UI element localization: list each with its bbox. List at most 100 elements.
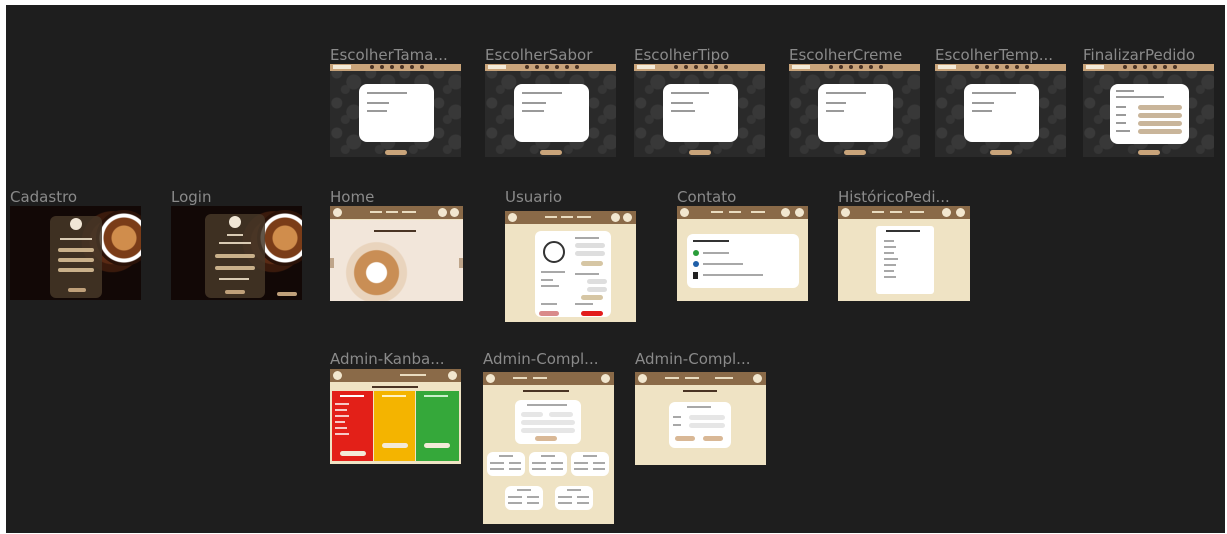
logo-icon: [333, 208, 342, 217]
password-field[interactable]: [58, 268, 94, 272]
frame-escolher-tamanho[interactable]: [330, 64, 461, 157]
frame-finalizar-pedido[interactable]: [1083, 64, 1214, 157]
frame-label-escolher-tipo[interactable]: EscolherTipo: [634, 46, 729, 64]
logo-icon: [333, 371, 342, 380]
cart-icon[interactable]: [781, 208, 790, 217]
cancel-button[interactable]: [675, 436, 695, 441]
login-card: [205, 214, 265, 298]
continue-button[interactable]: [689, 150, 711, 155]
frame-label-home[interactable]: Home: [330, 188, 374, 206]
phone-icon: [693, 250, 699, 256]
option-card: [514, 84, 589, 142]
contact-card: [687, 234, 799, 288]
frame-home[interactable]: [330, 206, 463, 301]
kanban-column-yellow: [374, 391, 415, 461]
frame-escolher-creme[interactable]: [789, 64, 920, 157]
profile-icon[interactable]: [795, 208, 804, 217]
add-complement-card: [515, 400, 581, 444]
complement-list-card: [529, 452, 567, 476]
cart-icon[interactable]: [438, 208, 447, 217]
complement-list-card: [555, 486, 593, 510]
email-field[interactable]: [215, 254, 255, 258]
save-button[interactable]: [703, 436, 723, 441]
password-field[interactable]: [215, 266, 255, 270]
frame-label-escolher-sabor[interactable]: EscolherSabor: [485, 46, 592, 64]
frame-label-finalizar-pedido[interactable]: FinalizarPedido: [1083, 46, 1195, 64]
next-arrow-icon[interactable]: [459, 258, 463, 268]
frame-usuario[interactable]: [505, 211, 636, 322]
email-field[interactable]: [58, 258, 94, 262]
profile-icon[interactable]: [601, 374, 610, 383]
frame-label-usuario[interactable]: Usuario: [505, 188, 562, 206]
frame-label-cadastro[interactable]: Cadastro: [10, 188, 77, 206]
complement-list-card: [571, 452, 609, 476]
frame-label-login[interactable]: Login: [171, 188, 211, 206]
frame-contato[interactable]: [677, 206, 808, 301]
login-button[interactable]: [225, 290, 245, 294]
name-field[interactable]: [58, 248, 94, 252]
continue-button[interactable]: [990, 150, 1012, 155]
option-card: [964, 84, 1039, 142]
edit-complement-card: [669, 402, 731, 448]
move-button[interactable]: [382, 443, 408, 448]
complement-list-card: [487, 452, 525, 476]
profile-icon[interactable]: [753, 374, 762, 383]
kanban-column-red: [332, 391, 373, 461]
kanban-column-green: [416, 391, 459, 461]
prev-arrow-icon[interactable]: [330, 258, 334, 268]
continue-button[interactable]: [540, 150, 562, 155]
order-summary-card: [1110, 84, 1189, 144]
logo-icon: [70, 218, 82, 230]
frame-label-admin-compl-1[interactable]: Admin-Compl...: [483, 350, 598, 368]
frame-escolher-sabor[interactable]: [485, 64, 616, 157]
signup-button[interactable]: [68, 288, 86, 292]
logo-icon: [841, 208, 850, 217]
frame-label-escolher-temp[interactable]: EscolherTemp...: [935, 46, 1053, 64]
coffee-cup-image: [96, 210, 141, 266]
complement-list-card: [505, 486, 543, 510]
frame-admin-complementos-2[interactable]: [635, 372, 766, 465]
logout-button[interactable]: [539, 311, 559, 316]
frame-login[interactable]: [171, 206, 302, 300]
profile-icon[interactable]: [448, 371, 457, 380]
user-profile-card: [535, 231, 611, 317]
signup-card: [50, 216, 102, 298]
frame-label-escolher-creme[interactable]: EscolherCreme: [789, 46, 902, 64]
profile-icon[interactable]: [450, 208, 459, 217]
frame-escolher-tipo[interactable]: [634, 64, 765, 157]
finish-button[interactable]: [1138, 150, 1160, 155]
user-avatar-icon: [543, 241, 565, 263]
profile-icon[interactable]: [956, 208, 965, 217]
logo-icon: [638, 374, 647, 383]
move-button[interactable]: [424, 443, 450, 448]
frame-label-contato[interactable]: Contato: [677, 188, 736, 206]
option-card: [818, 84, 893, 142]
signup-link[interactable]: [277, 292, 297, 296]
option-card: [359, 84, 434, 142]
cart-icon[interactable]: [942, 208, 951, 217]
frame-label-escolher-tamanho[interactable]: EscolherTama...: [330, 46, 448, 64]
continue-button[interactable]: [844, 150, 866, 155]
frame-historico-pedidos[interactable]: [838, 206, 970, 301]
frame-label-admin-compl-2[interactable]: Admin-Compl...: [635, 350, 750, 368]
cart-icon[interactable]: [611, 213, 620, 222]
profile-icon[interactable]: [623, 213, 632, 222]
logo-icon: [680, 208, 689, 217]
hero-banner-image: [330, 220, 463, 301]
frame-label-historico[interactable]: HistóricoPedi...: [838, 188, 950, 206]
continue-button[interactable]: [385, 150, 407, 155]
logo-icon: [229, 216, 241, 228]
order-history-card: [876, 226, 934, 294]
frame-label-admin-kanban[interactable]: Admin-Kanba...: [330, 350, 445, 368]
frame-escolher-temp[interactable]: [935, 64, 1066, 157]
location-icon: [693, 272, 698, 279]
delete-account-button[interactable]: [581, 311, 603, 316]
design-canvas: EscolherTama... EscolherSabor EscolherTi…: [6, 5, 1225, 533]
logo-icon: [486, 374, 495, 383]
frame-admin-complementos-1[interactable]: [483, 372, 614, 524]
frame-cadastro[interactable]: [10, 206, 141, 300]
move-button[interactable]: [340, 451, 366, 456]
frame-admin-kanban[interactable]: [330, 369, 461, 464]
logo-icon: [508, 213, 517, 222]
add-button[interactable]: [535, 436, 557, 441]
